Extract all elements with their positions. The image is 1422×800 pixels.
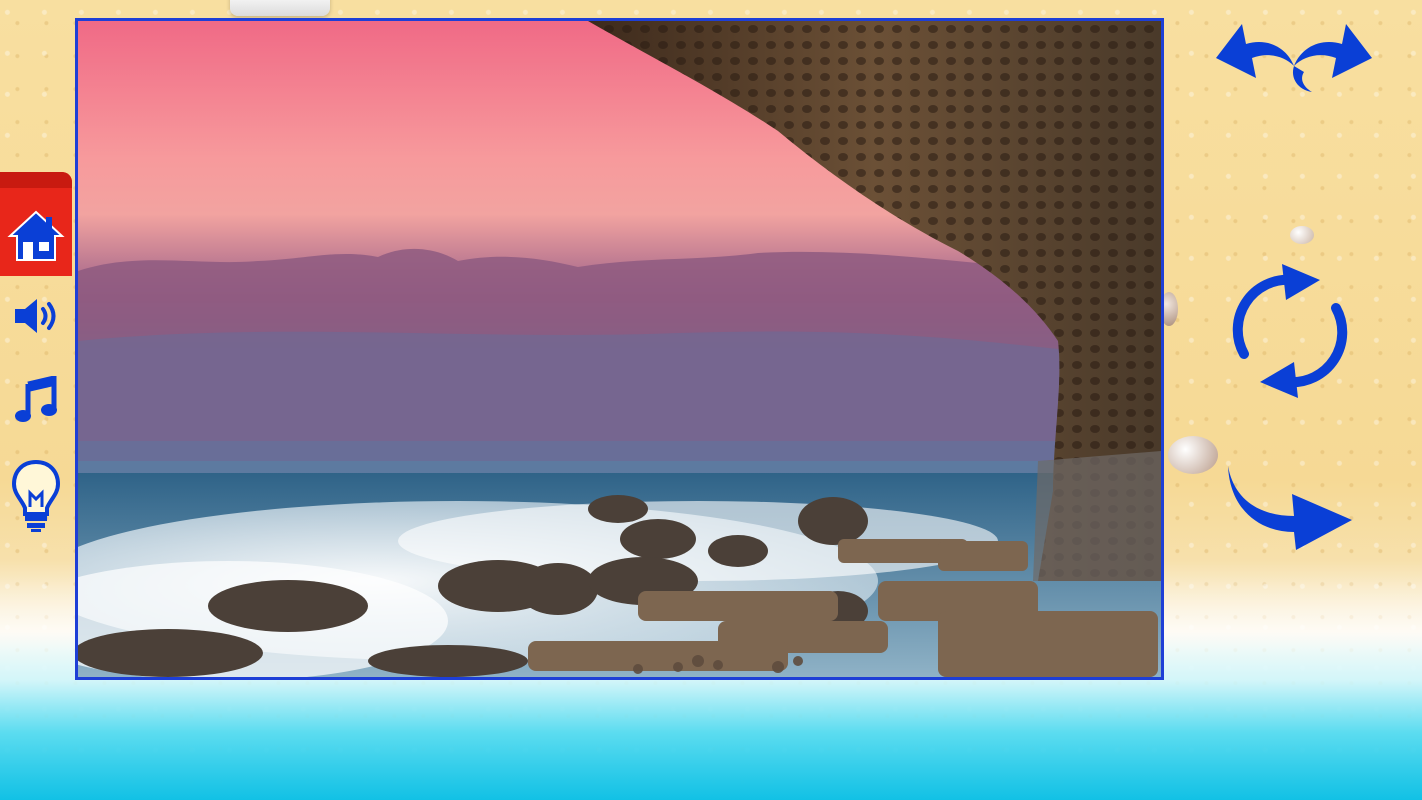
next-button[interactable]: [1220, 458, 1360, 554]
top-float-tab: [230, 0, 330, 16]
pebble: [1168, 436, 1218, 474]
puzzle-picture[interactable]: [75, 18, 1164, 680]
music-note-icon: [15, 376, 57, 422]
music-toggle-button[interactable]: [6, 370, 66, 430]
shuffle-rotate-icon: [1232, 264, 1348, 398]
pebble: [1290, 226, 1314, 244]
shuffle-button[interactable]: [1222, 258, 1358, 404]
home-button[interactable]: [6, 206, 66, 266]
hint-button[interactable]: [6, 458, 66, 534]
sea-cave-photo: [78, 21, 1161, 677]
sound-toggle-button[interactable]: [6, 286, 66, 346]
undo-redo-button[interactable]: [1212, 16, 1376, 96]
speaker-icon: [15, 299, 56, 333]
lightbulb-hint-icon: [11, 459, 61, 532]
undo-redo-icon: [1216, 24, 1372, 92]
home-icon: [7, 210, 65, 261]
next-arrow-icon: [1228, 466, 1352, 550]
